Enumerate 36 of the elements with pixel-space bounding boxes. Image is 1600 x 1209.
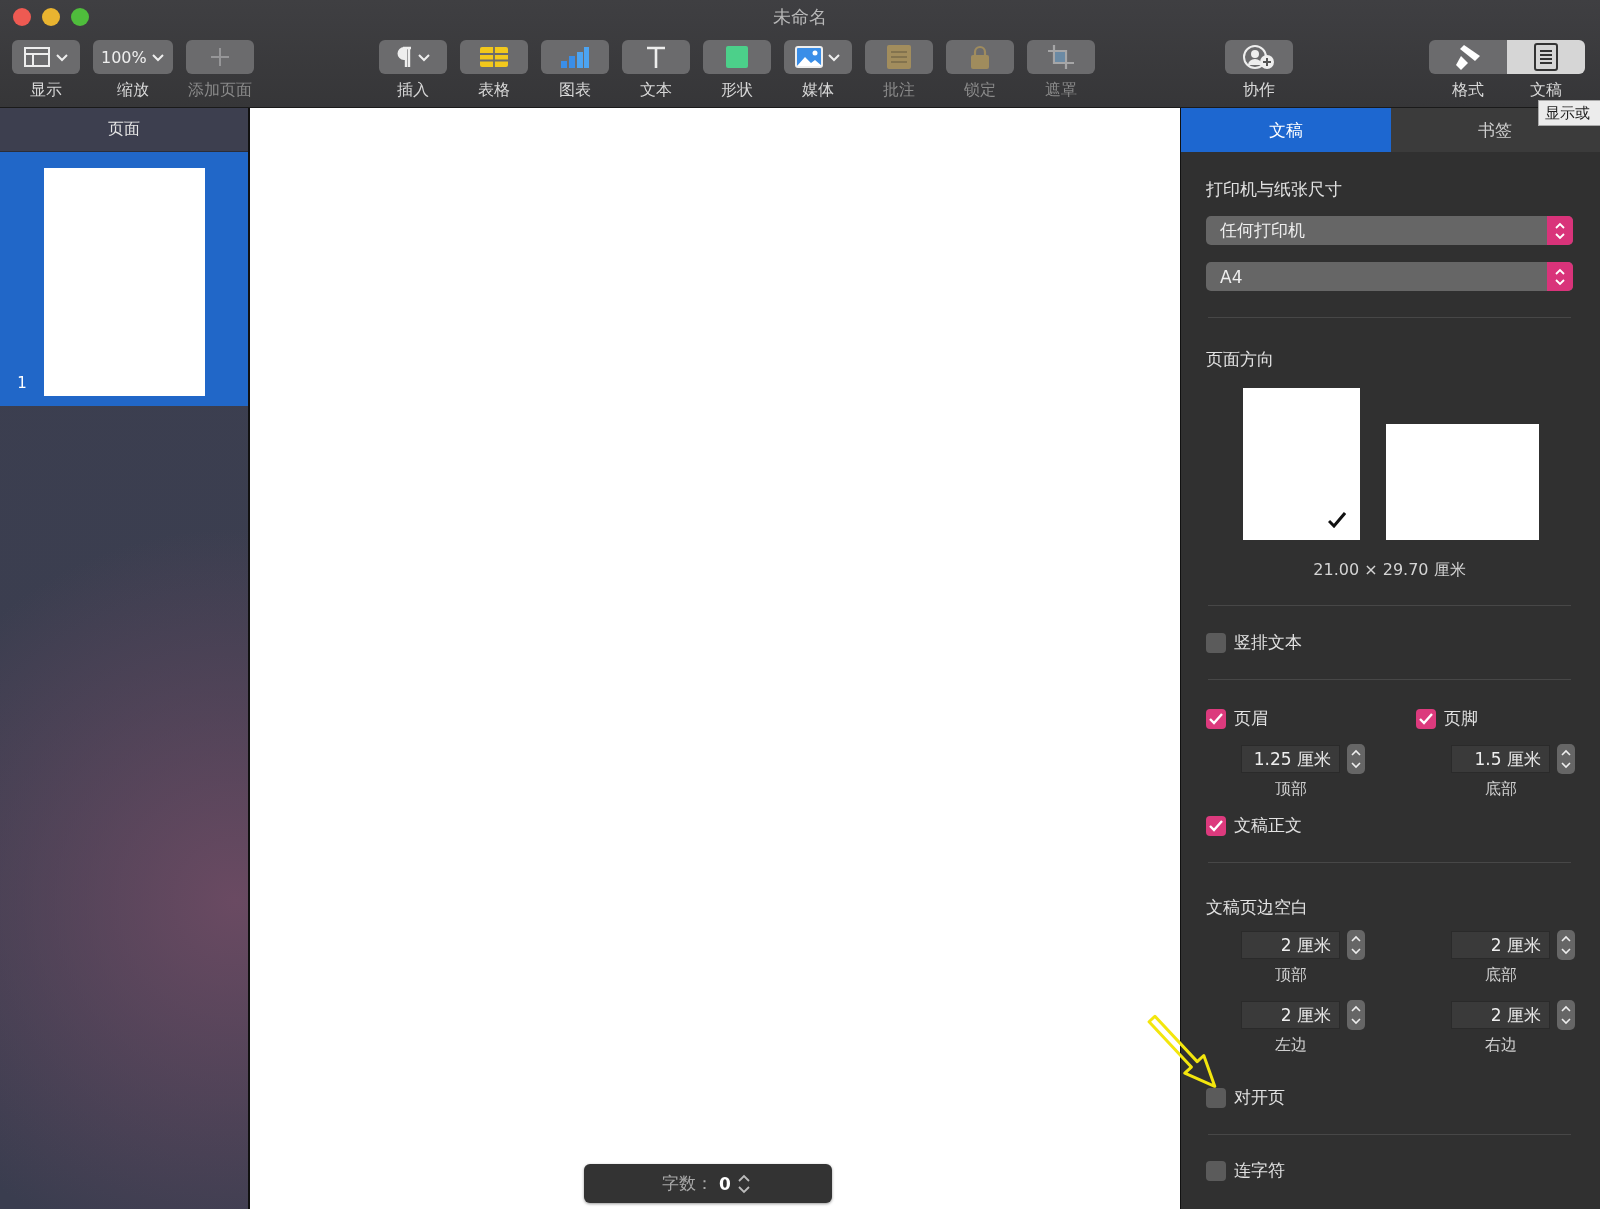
page-number: 1 [16, 374, 28, 394]
section-heading: 页面方向 [1206, 348, 1275, 370]
checkbox-label: 对开页 [1234, 1086, 1285, 1109]
field-caption: 右边 [1485, 1035, 1517, 1056]
window-title: 未命名 [773, 5, 827, 29]
toolbar-label: 媒体 [801, 80, 834, 100]
toolbar-label: 遮罩 [1044, 80, 1077, 100]
toolbar-label: 形状 [720, 80, 753, 100]
toolbar-label: 文稿 [1530, 80, 1562, 100]
section-heading: 文稿页边空白 [1206, 896, 1309, 918]
toolbar-label: 协作 [1242, 80, 1275, 100]
toolbar-label: 文本 [639, 80, 672, 100]
checkbox-label: 页眉 [1234, 707, 1268, 730]
toolbar-label: 格式 [1452, 80, 1484, 100]
word-count-value: 0 [719, 1173, 731, 1194]
checkbox-label: 文稿正文 [1234, 814, 1302, 837]
page-dimensions: 21.00 × 29.70 厘米 [1312, 560, 1467, 581]
checkbox-label: 连字符 [1234, 1159, 1285, 1182]
field-caption: 顶部 [1275, 779, 1307, 800]
toolbar-label: 锁定 [963, 80, 996, 100]
field-caption: 底部 [1485, 779, 1517, 800]
toolbar-label: 显示 [30, 80, 62, 100]
toolbar-label: 表格 [477, 80, 510, 100]
toolbar-label: 批注 [882, 80, 915, 100]
field-caption: 底部 [1485, 965, 1517, 986]
field-caption: 顶部 [1275, 965, 1307, 986]
field-caption: 左边 [1275, 1035, 1307, 1056]
word-count-label: 字数： [662, 1172, 713, 1195]
section-heading: 打印机与纸张尺寸 [1206, 178, 1343, 200]
toolbar-label: 图表 [558, 80, 591, 100]
toolbar-label: 添加页面 [187, 80, 252, 100]
toolbar-label: 插入 [396, 80, 429, 100]
checkbox-label: 竖排文本 [1234, 631, 1302, 654]
toolbar-label: 缩放 [116, 80, 149, 100]
tooltip: 显示或 [1538, 100, 1600, 126]
checkbox-label: 页脚 [1444, 707, 1478, 730]
